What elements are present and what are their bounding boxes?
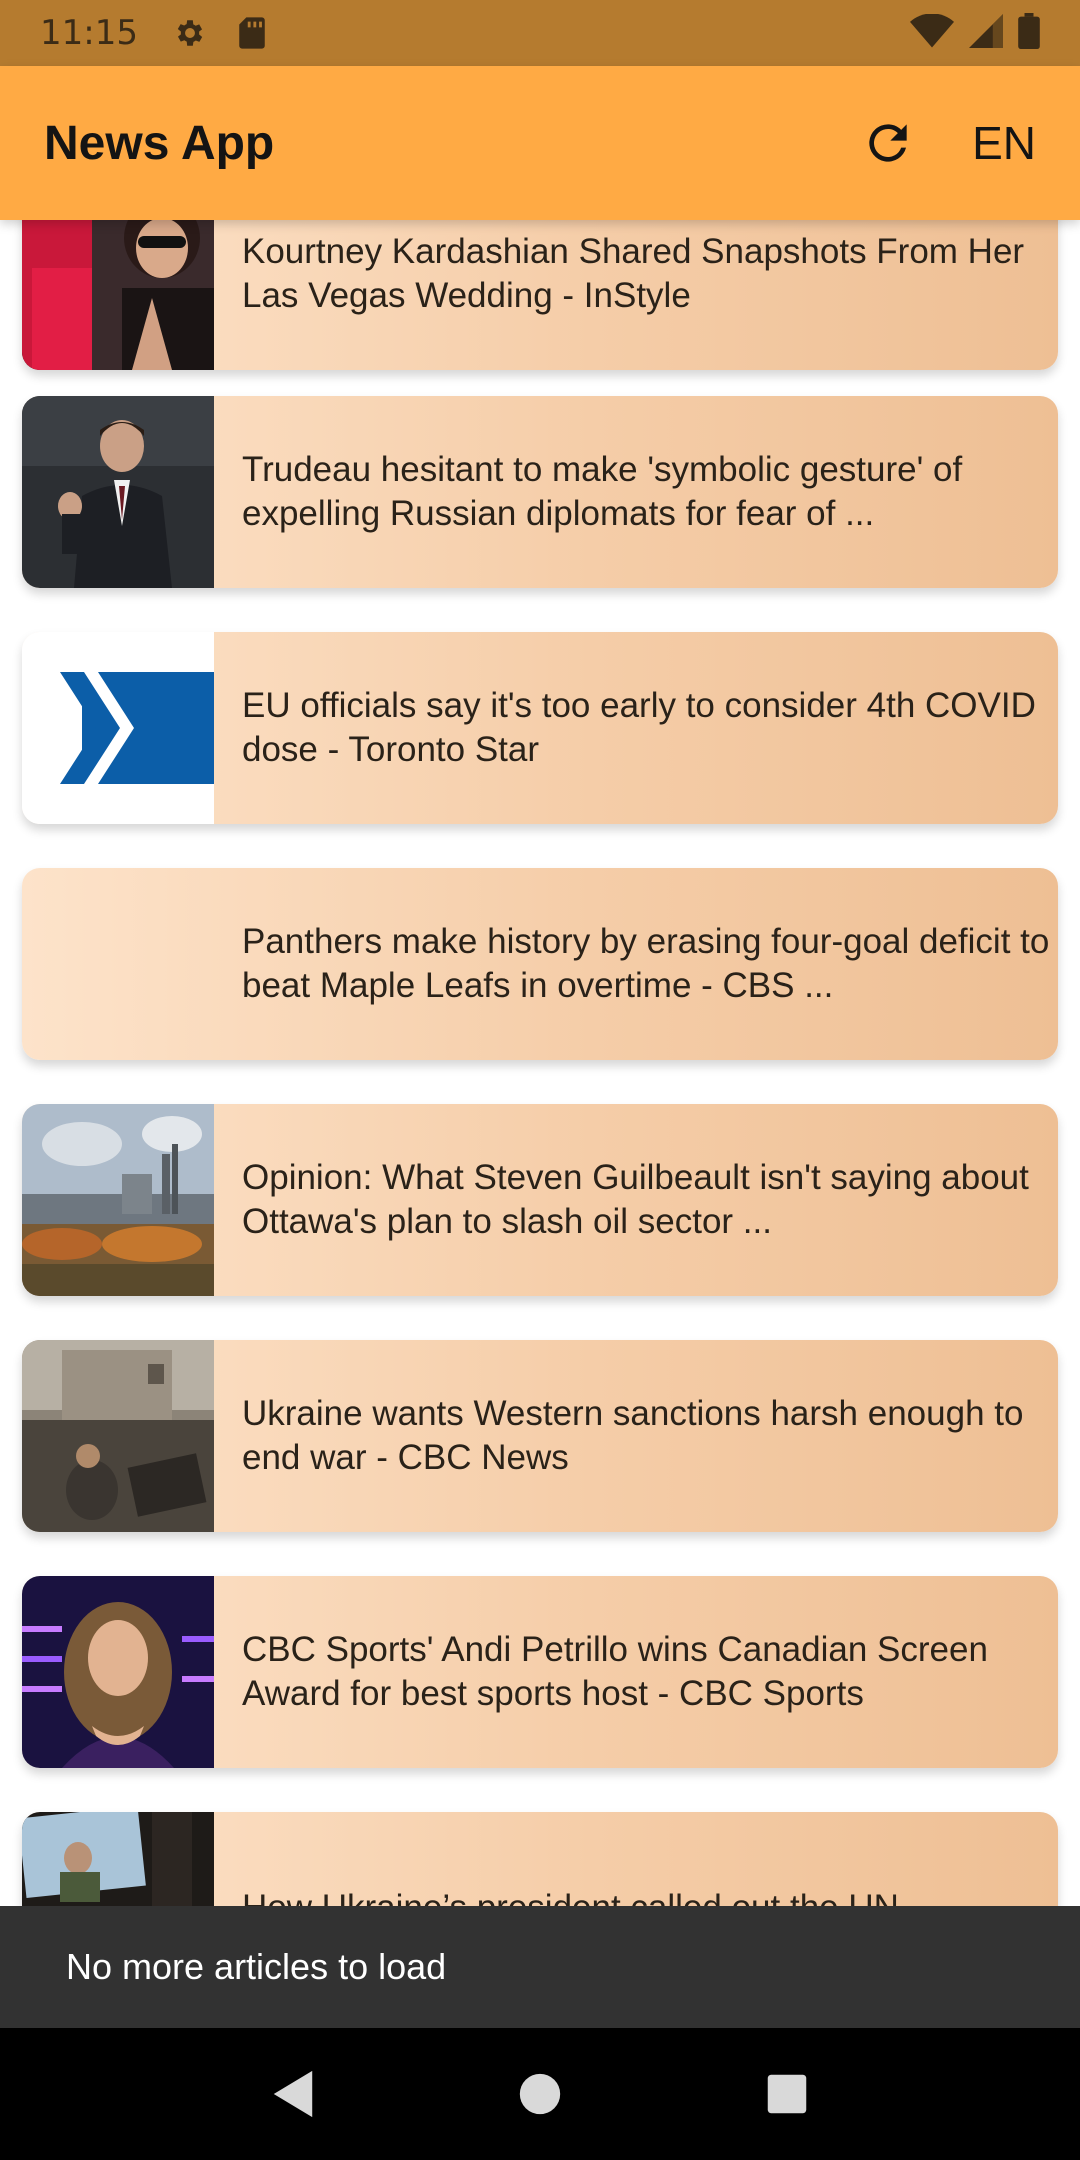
recents-square-icon [767,2074,806,2114]
article-thumbnail [22,1576,214,1768]
refresh-button[interactable] [848,103,928,183]
battery-icon [1018,13,1040,53]
article-title: Kourtney Kardashian Shared Snapshots Fro… [242,232,1025,315]
sd-card-icon [232,13,272,53]
article-thumbnail [22,220,214,370]
recents-button[interactable] [752,2059,822,2129]
article-title: Opinion: What Steven Guilbeault isn't sa… [242,1158,1029,1241]
refresh-icon [869,124,907,162]
settings-gear-icon [170,13,210,53]
article-card[interactable]: CBC Sports' Andi Petrillo wins Canadian … [22,1576,1058,1768]
article-thumbnail [22,1340,214,1532]
article-card[interactable]: EU officials say it's too early to consi… [22,632,1058,824]
status-time: 11:15 [40,13,138,53]
article-thumbnail [22,1104,214,1296]
article-card[interactable]: Opinion: What Steven Guilbeault isn't sa… [22,1104,1058,1296]
article-card[interactable]: How Ukraine’s president called out the U… [22,1812,1058,1906]
status-bar: 11:15 [0,0,1080,66]
signal-icon [968,14,1004,52]
article-card[interactable]: Kourtney Kardashian Shared Snapshots Fro… [22,220,1058,370]
article-thumbnail-empty [22,868,214,1060]
home-button[interactable] [505,2059,575,2129]
snackbar-message: No more articles to load [66,1946,447,1987]
toronto-star-logo [22,632,214,824]
app-title: News App [44,116,275,170]
article-title: CBC Sports' Andi Petrillo wins Canadian … [242,1630,988,1713]
article-thumbnail [22,396,214,588]
article-card[interactable]: Panthers make history by erasing four-go… [22,868,1058,1060]
snackbar: No more articles to load [0,1906,1080,2028]
article-card[interactable]: Trudeau hesitant to make 'symbolic gestu… [22,396,1058,588]
back-triangle-icon [274,2070,313,2118]
article-card[interactable]: Ukraine wants Western sanctions harsh en… [22,1340,1058,1532]
home-circle-icon [519,2073,561,2115]
app-actions: EN [848,103,1036,183]
article-list[interactable]: Kourtney Kardashian Shared Snapshots Fro… [0,220,1080,1906]
wifi-icon [910,13,954,52]
back-button[interactable] [258,2059,328,2129]
article-title: EU officials say it's too early to consi… [242,686,1036,769]
article-title: How Ukraine’s president called out the U… [214,1886,1058,1906]
status-right-icons [910,13,1040,53]
language-button[interactable]: EN [972,116,1036,170]
article-title: Ukraine wants Western sanctions harsh en… [242,1394,1024,1477]
article-title: Panthers make history by erasing four-go… [242,922,1050,1005]
app-bar: News App EN [0,66,1080,220]
system-nav-bar [0,2028,1080,2160]
article-title: Trudeau hesitant to make 'symbolic gestu… [242,450,963,533]
article-thumbnail [22,1812,214,1906]
